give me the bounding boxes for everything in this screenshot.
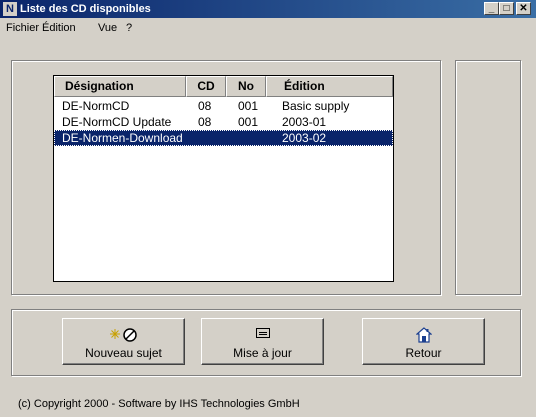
list-header: Désignation CD No Édition — [54, 76, 393, 98]
copyright-text: (c) Copyright 2000 - Software by IHS Tec… — [18, 398, 300, 410]
new-subject-label: Nouveau sujet — [85, 346, 162, 360]
table-row-selected[interactable]: DE-Normen-Download 2003-02 — [54, 130, 393, 146]
back-label: Retour — [405, 346, 442, 360]
cell-designation: DE-NormCD — [62, 99, 130, 113]
cell-no: 001 — [238, 99, 259, 113]
home-icon — [363, 327, 484, 343]
menu-bar: Fichier Édition Vue ? — [0, 19, 536, 37]
column-header-no[interactable]: No — [226, 76, 266, 97]
maximize-button[interactable]: □ — [499, 2, 514, 15]
table-row[interactable]: DE-NormCD Update 08 001 2003-01 — [54, 114, 393, 130]
back-button[interactable]: Retour — [362, 318, 485, 365]
column-header-designation[interactable]: Désignation — [54, 76, 186, 97]
side-panel — [455, 60, 521, 295]
menu-edition[interactable]: Édition — [42, 21, 76, 35]
cell-edition: 2003-02 — [282, 131, 327, 145]
close-button[interactable]: ✕ — [516, 2, 531, 15]
update-button[interactable]: Mise à jour — [201, 318, 324, 365]
cell-designation: DE-Normen-Download — [62, 131, 183, 145]
app-logo-icon: N — [3, 2, 17, 16]
cd-drive-icon — [202, 327, 323, 343]
cell-no: 001 — [238, 115, 259, 129]
cell-edition: 2003-01 — [282, 115, 327, 129]
menu-help[interactable]: ? — [126, 21, 132, 35]
window-title: Liste des CD disponibles — [20, 3, 151, 15]
cell-cd: 08 — [198, 99, 212, 113]
cell-designation: DE-NormCD Update — [62, 115, 172, 129]
update-label: Mise à jour — [233, 346, 292, 360]
cd-list-view[interactable]: Désignation CD No Édition DE-NormCD 08 0… — [53, 75, 394, 282]
table-row[interactable]: DE-NormCD 08 001 Basic supply — [54, 98, 393, 114]
menu-vue[interactable]: Vue — [98, 21, 117, 35]
cell-edition: Basic supply — [282, 99, 350, 113]
column-header-cd[interactable]: CD — [186, 76, 226, 97]
app-window: N Liste des CD disponibles _ □ ✕ Fichier… — [0, 0, 536, 417]
minimize-button[interactable]: _ — [484, 2, 499, 15]
new-subject-button[interactable]: Nouveau sujet — [62, 318, 185, 365]
cell-cd: 08 — [198, 115, 212, 129]
new-subject-icon — [63, 327, 184, 343]
column-header-edition[interactable]: Édition — [266, 76, 393, 97]
title-bar[interactable]: N Liste des CD disponibles _ □ ✕ — [0, 0, 536, 18]
menu-fichier[interactable]: Fichier — [6, 21, 39, 35]
